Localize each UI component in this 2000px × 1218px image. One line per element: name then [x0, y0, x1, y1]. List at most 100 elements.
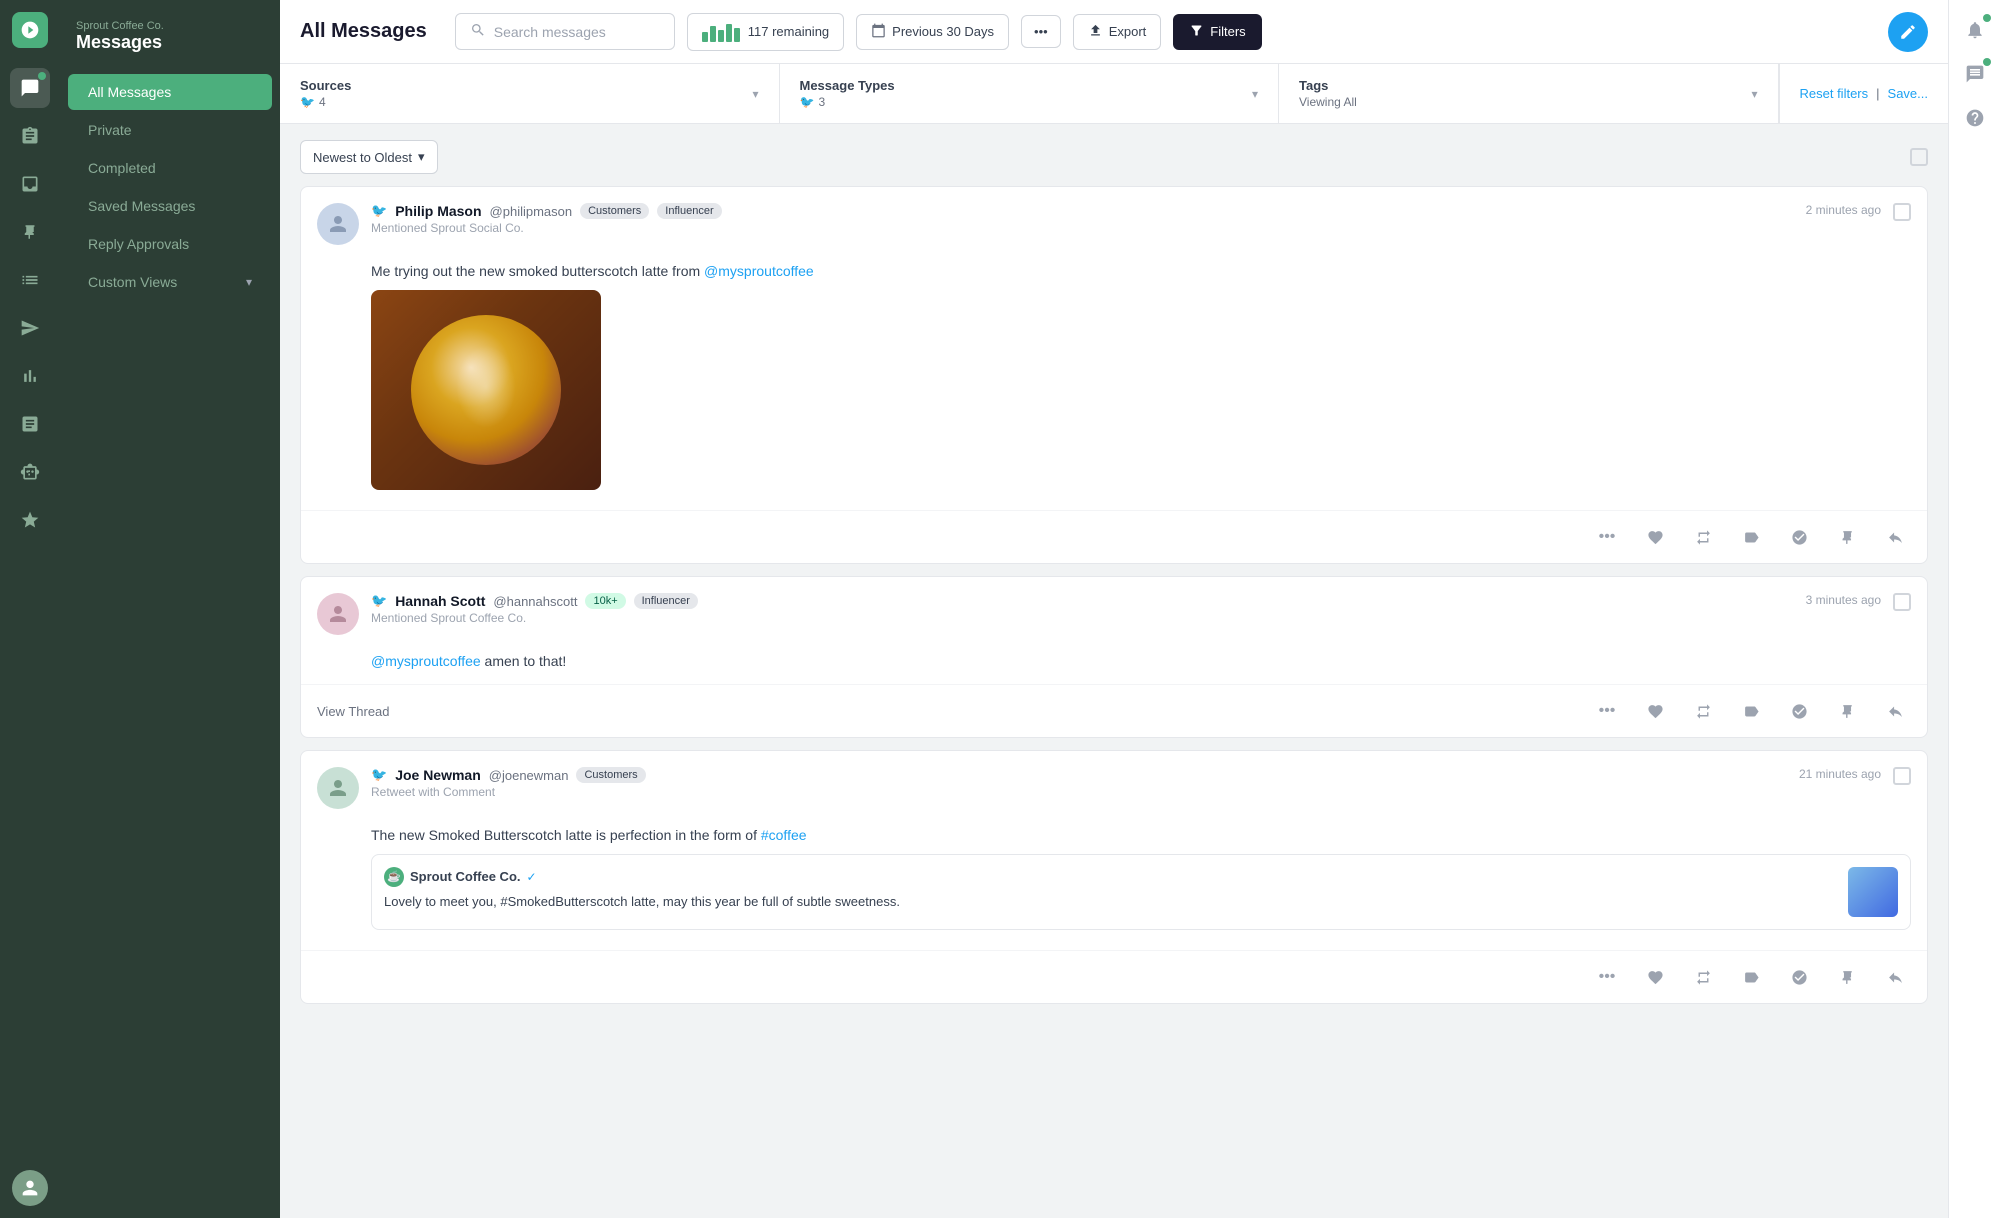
- message-checkbox[interactable]: [1893, 593, 1911, 611]
- sources-chevron-icon: ▾: [752, 87, 758, 101]
- completed-label: Completed: [88, 160, 156, 176]
- reply-button[interactable]: [1879, 521, 1911, 553]
- name-row: 🐦 Philip Mason @philipmason Customers In…: [371, 203, 1794, 219]
- pin-button[interactable]: [1831, 961, 1863, 993]
- more-actions-button[interactable]: •••: [1591, 961, 1623, 993]
- retweet-button[interactable]: [1687, 695, 1719, 727]
- retweet-button[interactable]: [1687, 961, 1719, 993]
- sidebar-item-custom-views[interactable]: Custom Views ▾: [68, 264, 272, 300]
- retweet-button[interactable]: [1687, 521, 1719, 553]
- pin-button[interactable]: [1831, 521, 1863, 553]
- complete-button[interactable]: [1783, 521, 1815, 553]
- like-button[interactable]: [1639, 961, 1671, 993]
- sidebar-item-completed[interactable]: Completed: [68, 150, 272, 186]
- message-actions: •••: [301, 950, 1927, 1003]
- tag-button[interactable]: [1735, 521, 1767, 553]
- message-types-filter[interactable]: Message Types 🐦 3 ▾: [780, 64, 1280, 123]
- view-thread-link[interactable]: View Thread: [317, 700, 1575, 723]
- more-actions-button[interactable]: •••: [1591, 695, 1623, 727]
- message-card: 🐦 Hannah Scott @hannahscott 10k+ Influen…: [300, 576, 1928, 738]
- complete-button[interactable]: [1783, 695, 1815, 727]
- message-checkbox[interactable]: [1893, 203, 1911, 221]
- message-types-chevron-icon: ▾: [1252, 87, 1258, 101]
- sidebar-icon-tasks[interactable]: [10, 116, 50, 156]
- calendar-icon: [871, 23, 886, 41]
- sidebar-item-reply-approvals[interactable]: Reply Approvals: [68, 226, 272, 262]
- tag-10k: 10k+: [585, 593, 625, 609]
- tags-viewing-all: Viewing All: [1299, 95, 1357, 109]
- sidebar-icon-pin[interactable]: [10, 212, 50, 252]
- remaining-button[interactable]: 117 remaining: [687, 13, 844, 51]
- select-all-checkbox[interactable]: [1910, 148, 1928, 166]
- sidebar-item-private[interactable]: Private: [68, 112, 272, 148]
- sort-dropdown[interactable]: Newest to Oldest ▾: [300, 140, 438, 174]
- like-button[interactable]: [1639, 695, 1671, 727]
- sidebar-icon-analytics[interactable]: [10, 356, 50, 396]
- mention-link[interactable]: @mysproutcoffee: [371, 653, 481, 669]
- sources-count: 4: [319, 95, 326, 109]
- all-messages-label: All Messages: [88, 84, 171, 100]
- message-body: The new Smoked Butterscotch latte is per…: [301, 817, 1927, 950]
- date-range-button[interactable]: Previous 30 Days: [856, 14, 1009, 50]
- quoted-content: ☕ Sprout Coffee Co. ✓ Lovely to meet you…: [384, 867, 1840, 917]
- sort-label: Newest to Oldest: [313, 150, 412, 165]
- sidebar-item-all-messages[interactable]: All Messages: [68, 74, 272, 110]
- more-options-button[interactable]: •••: [1021, 15, 1061, 48]
- sidebar-icon-messages[interactable]: [10, 68, 50, 108]
- reply-button[interactable]: [1879, 961, 1911, 993]
- sidebar-item-saved-messages[interactable]: Saved Messages: [68, 188, 272, 224]
- tag-customers: Customers: [580, 203, 649, 219]
- filter-actions: Reset filters | Save...: [1779, 64, 1949, 123]
- message-image: [371, 290, 601, 490]
- hashtag-link[interactable]: #coffee: [761, 827, 807, 843]
- filters-label: Filters: [1210, 24, 1245, 39]
- tags-filter[interactable]: Tags Viewing All ▾: [1279, 64, 1779, 123]
- message-card: 🐦 Philip Mason @philipmason Customers In…: [300, 186, 1928, 564]
- mention-link[interactable]: @mysproutcoffee: [704, 263, 814, 279]
- chevron-down-icon: ▾: [246, 275, 252, 289]
- message-body: @mysproutcoffee amen to that!: [301, 643, 1927, 684]
- sort-chevron-icon: ▾: [418, 149, 425, 165]
- export-label: Export: [1109, 24, 1147, 39]
- app-sidebar: [0, 0, 60, 1218]
- message-meta: 🐦 Philip Mason @philipmason Customers In…: [371, 203, 1794, 235]
- complete-button[interactable]: [1783, 961, 1815, 993]
- reply-button[interactable]: [1879, 695, 1911, 727]
- sidebar-icon-inbox[interactable]: [10, 164, 50, 204]
- filters-button[interactable]: Filters: [1173, 14, 1261, 50]
- like-button[interactable]: [1639, 521, 1671, 553]
- avatar: [317, 767, 359, 809]
- help-button[interactable]: [1957, 100, 1993, 136]
- quoted-tweet: ☕ Sprout Coffee Co. ✓ Lovely to meet you…: [371, 854, 1911, 930]
- search-bar[interactable]: Search messages: [455, 13, 675, 50]
- remaining-label: 117 remaining: [748, 24, 829, 39]
- sidebar-icon-list[interactable]: [10, 260, 50, 300]
- messages-area: Newest to Oldest ▾ 🐦 Philip Mason @phili…: [280, 124, 1948, 1218]
- more-actions-button[interactable]: •••: [1591, 521, 1623, 553]
- compose-button[interactable]: [1888, 12, 1928, 52]
- notifications-button[interactable]: [1957, 12, 1993, 48]
- sources-filter[interactable]: Sources 🐦 4 ▾: [280, 64, 780, 123]
- private-label: Private: [88, 122, 132, 138]
- tag-button[interactable]: [1735, 961, 1767, 993]
- sidebar-icon-bot[interactable]: [10, 452, 50, 492]
- filters-icon: [1189, 23, 1204, 41]
- sidebar-icon-star[interactable]: [10, 500, 50, 540]
- message-checkbox[interactable]: [1893, 767, 1911, 785]
- export-button[interactable]: Export: [1073, 14, 1162, 50]
- sidebar-icon-send[interactable]: [10, 308, 50, 348]
- chat-button[interactable]: [1957, 56, 1993, 92]
- nav-sidebar: Sprout Coffee Co. Messages All Messages …: [60, 0, 280, 1218]
- sidebar-icon-reports[interactable]: [10, 404, 50, 444]
- message-time: 2 minutes ago: [1806, 203, 1881, 217]
- app-logo[interactable]: [12, 12, 48, 48]
- user-avatar[interactable]: [12, 1170, 48, 1206]
- author-name: Philip Mason: [395, 203, 481, 219]
- sources-sub: 🐦 4: [300, 95, 351, 109]
- pin-button[interactable]: [1831, 695, 1863, 727]
- reset-filters-link[interactable]: Reset filters: [1800, 86, 1869, 101]
- tag-button[interactable]: [1735, 695, 1767, 727]
- search-icon: [470, 22, 486, 41]
- save-filters-link[interactable]: Save...: [1888, 86, 1928, 101]
- message-actions: View Thread •••: [301, 684, 1927, 737]
